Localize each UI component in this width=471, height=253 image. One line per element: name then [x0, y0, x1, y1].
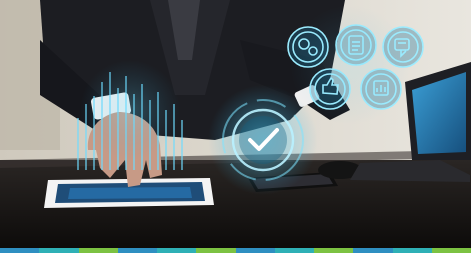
stripe-segment — [196, 248, 236, 253]
hero-photo — [0, 0, 471, 248]
brand-color-stripe — [0, 248, 471, 253]
stripe-segment — [235, 248, 275, 253]
stripe-segment — [274, 248, 314, 253]
stripe-segment — [78, 248, 118, 253]
stripe-segment — [353, 248, 393, 253]
stripe-segment — [39, 248, 79, 253]
stripe-segment — [431, 248, 471, 253]
stripe-segment — [392, 248, 432, 253]
stripe-segment — [314, 248, 354, 253]
stripe-segment — [157, 248, 197, 253]
checkmark-circle-icon — [208, 85, 318, 195]
stripe-segment — [117, 248, 157, 253]
scene — [0, 0, 471, 248]
stripe-segment — [0, 248, 40, 253]
